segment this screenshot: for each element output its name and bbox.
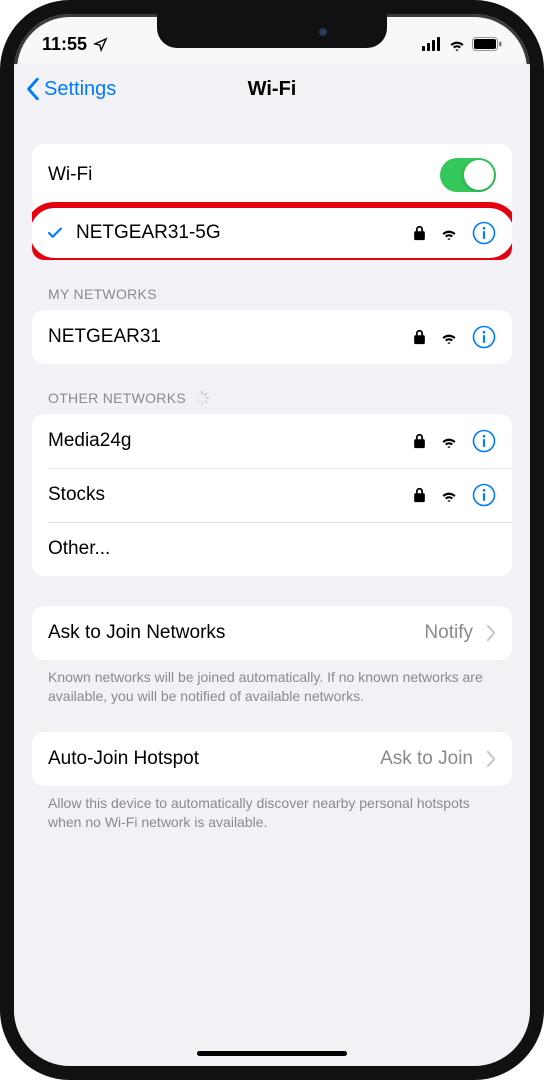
info-icon[interactable] (472, 221, 496, 245)
wifi-signal-icon (440, 226, 458, 240)
chevron-right-icon (487, 751, 496, 767)
connected-network-name: NETGEAR31-5G (76, 222, 413, 244)
ask-to-join-value: Notify (424, 622, 473, 644)
nav-bar: Settings Wi-Fi (14, 64, 530, 114)
wifi-status-icon (448, 37, 466, 51)
notch (157, 14, 387, 48)
network-row[interactable]: Media24g (32, 414, 512, 468)
wifi-signal-icon (440, 488, 458, 502)
other-network-row[interactable]: Other... (32, 522, 512, 576)
ask-to-join-row[interactable]: Ask to Join Networks Notify (32, 606, 512, 660)
other-networks-group: Media24g Stocks Other. (32, 414, 512, 576)
lock-icon (413, 487, 426, 503)
connected-network-row[interactable]: NETGEAR31-5G (32, 206, 512, 260)
network-name: NETGEAR31 (48, 326, 413, 348)
lock-icon (413, 433, 426, 449)
info-icon[interactable] (472, 325, 496, 349)
my-networks-header: MY NETWORKS (32, 260, 512, 310)
wifi-toggle[interactable] (440, 158, 496, 192)
ask-to-join-label: Ask to Join Networks (48, 622, 424, 644)
spinner-icon (194, 390, 210, 406)
auto-join-value: Ask to Join (380, 748, 473, 770)
wifi-signal-icon (440, 330, 458, 344)
other-networks-header: OTHER NETWORKS (32, 364, 512, 414)
phone-frame: 11:55 Settings Wi-Fi (0, 0, 544, 1080)
battery-icon (472, 37, 502, 51)
chevron-left-icon (26, 78, 40, 100)
home-indicator[interactable] (197, 1051, 347, 1056)
other-label: Other... (48, 538, 496, 560)
wifi-toggle-row[interactable]: Wi-Fi (32, 144, 512, 206)
ask-to-join-group: Ask to Join Networks Notify (32, 606, 512, 660)
wifi-main-group: Wi-Fi NETGEAR31-5G (32, 144, 512, 260)
ask-to-join-footer: Known networks will be joined automatica… (32, 660, 512, 706)
wifi-signal-icon (440, 434, 458, 448)
lock-icon (413, 329, 426, 345)
network-name: Stocks (48, 484, 413, 506)
back-label: Settings (44, 78, 116, 101)
checkmark-icon (46, 224, 64, 242)
auto-join-footer: Allow this device to automatically disco… (32, 786, 512, 832)
wifi-toggle-label: Wi-Fi (48, 164, 440, 186)
network-name: Media24g (48, 430, 413, 452)
network-row[interactable]: NETGEAR31 (32, 310, 512, 364)
info-icon[interactable] (472, 483, 496, 507)
auto-join-group: Auto-Join Hotspot Ask to Join (32, 732, 512, 786)
location-icon (93, 37, 108, 52)
network-row[interactable]: Stocks (32, 468, 512, 522)
cellular-icon (422, 37, 442, 51)
auto-join-label: Auto-Join Hotspot (48, 748, 380, 770)
auto-join-row[interactable]: Auto-Join Hotspot Ask to Join (32, 732, 512, 786)
screen: Settings Wi-Fi Wi-Fi NETGEAR31-5G (14, 64, 530, 1066)
status-time: 11:55 (42, 34, 87, 55)
info-icon[interactable] (472, 429, 496, 453)
lock-icon (413, 225, 426, 241)
page-title: Wi-Fi (248, 78, 297, 101)
back-button[interactable]: Settings (26, 78, 116, 101)
my-networks-group: NETGEAR31 (32, 310, 512, 364)
other-networks-header-text: OTHER NETWORKS (48, 390, 186, 406)
chevron-right-icon (487, 625, 496, 641)
toggle-knob (464, 160, 494, 190)
